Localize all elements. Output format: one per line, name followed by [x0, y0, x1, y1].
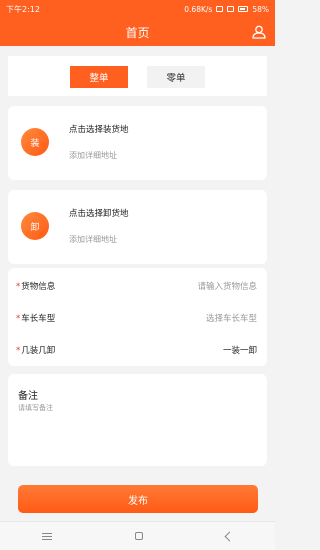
load-detail-address-input[interactable]: 添加详细地址: [69, 150, 117, 161]
required-mark: *: [16, 282, 21, 292]
load-address-select[interactable]: 点击选择装货地: [69, 123, 129, 135]
cargo-info-row[interactable]: *货物信息 请输入货物信息: [8, 270, 267, 302]
menu-icon[interactable]: [41, 532, 52, 540]
remark-card[interactable]: 备注 请填写备注: [8, 374, 267, 466]
home-icon[interactable]: [134, 532, 143, 540]
unload-detail-address-input[interactable]: 添加详细地址: [69, 234, 117, 245]
back-icon[interactable]: [224, 531, 235, 541]
remark-input[interactable]: 请填写备注: [18, 403, 53, 413]
network-speed: 0.68K/s: [184, 4, 213, 14]
page-title: 首页: [125, 25, 150, 40]
truck-type-row[interactable]: *车长车型 选择车长车型: [8, 302, 267, 334]
required-mark: *: [16, 346, 21, 356]
tab-full-load[interactable]: 整单: [70, 66, 128, 88]
wifi-icon: [227, 6, 235, 12]
order-form: *货物信息 请输入货物信息 *车长车型 选择车长车型 *几装几卸 一装一卸: [8, 268, 267, 366]
unload-badge: 卸: [21, 212, 49, 240]
load-badge: 装: [21, 128, 49, 156]
status-bar: 下午2:12 0.68K/s 58%: [0, 0, 275, 18]
load-unload-count-label: *几装几卸: [16, 346, 56, 356]
publish-button[interactable]: 发布: [18, 485, 258, 513]
status-time: 下午2:12: [6, 4, 40, 14]
tab-partial-load[interactable]: 零单: [147, 66, 205, 88]
truck-type-label: *车长车型: [16, 314, 56, 324]
user-icon[interactable]: [251, 24, 267, 40]
order-type-tabs: 整单 零单: [8, 56, 267, 96]
load-unload-count-row[interactable]: *几装几卸 一装一卸: [8, 334, 267, 366]
header: 首页: [0, 18, 275, 46]
load-address-card[interactable]: 装 点击选择装货地 添加详细地址: [8, 106, 267, 180]
system-nav-bar: [0, 521, 275, 550]
cargo-info-input[interactable]: 请输入货物信息: [197, 280, 257, 292]
signal-icon: [216, 6, 224, 12]
required-mark: *: [16, 314, 21, 324]
load-unload-count-select[interactable]: 一装一卸: [223, 344, 257, 356]
status-indicators: 0.68K/s 58%: [184, 5, 269, 14]
unload-address-select[interactable]: 点击选择卸货地: [69, 207, 129, 219]
battery-icon: [238, 6, 249, 12]
cargo-info-label: *货物信息: [16, 282, 56, 292]
truck-type-select[interactable]: 选择车长车型: [206, 312, 257, 324]
remark-title: 备注: [18, 391, 38, 402]
unload-address-card[interactable]: 卸 点击选择卸货地 添加详细地址: [8, 190, 267, 264]
battery-level: 58%: [252, 4, 269, 14]
